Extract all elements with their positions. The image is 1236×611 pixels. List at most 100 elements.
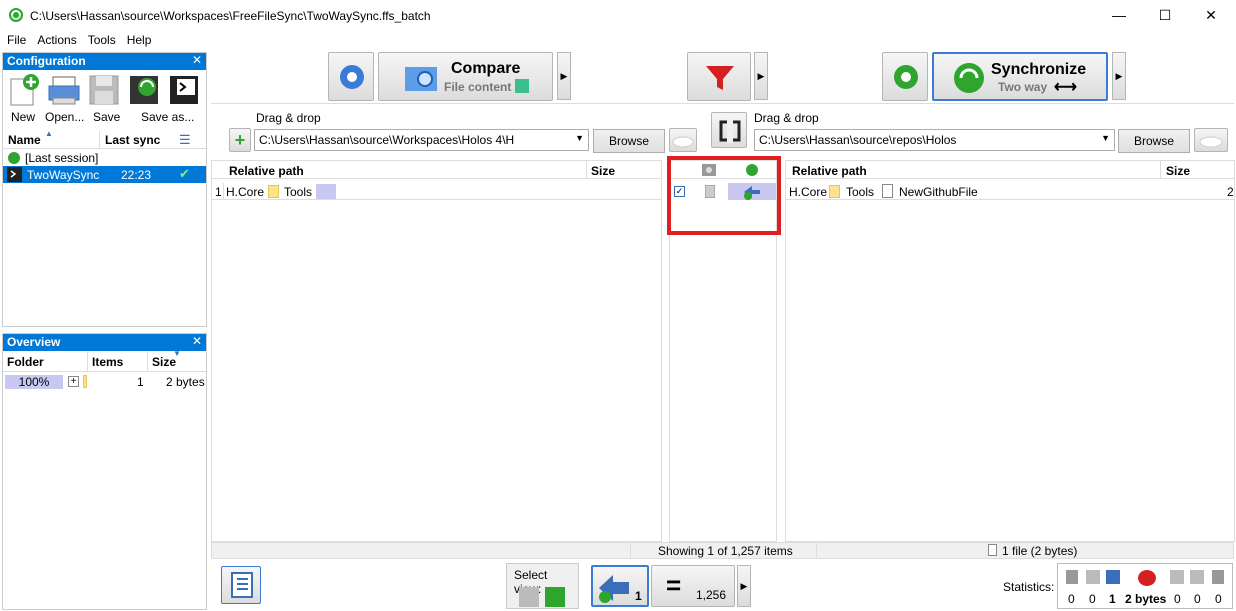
- right-col-size[interactable]: Size: [1166, 164, 1190, 178]
- col-last-sync[interactable]: Last sync: [105, 133, 160, 147]
- left-file-grid: Relative path Size 1 H.Core Tools: [211, 160, 662, 542]
- right-row[interactable]: H.Core Tools NewGithubFile 2: [786, 183, 1234, 200]
- add-folder-pair-icon[interactable]: +: [229, 128, 251, 152]
- view-sync-icon[interactable]: [545, 587, 565, 607]
- compare-button[interactable]: Compare File content: [378, 52, 553, 101]
- stat-update-left: 0: [1089, 592, 1096, 606]
- right-folder-bar: Drag & drop C:\Users\Hassan\source\repos…: [752, 106, 1234, 156]
- compare-dropdown[interactable]: ▶: [557, 52, 571, 100]
- folder-icon: [268, 185, 279, 198]
- delete-right-icon: [1212, 570, 1224, 584]
- cloud-shape: [672, 136, 694, 148]
- overview-row[interactable]: 100% + 1 2 bytes: [3, 374, 206, 390]
- status-file-icon: [988, 544, 997, 556]
- left-path-input[interactable]: C:\Users\Hassan\source\Workspaces\Holos …: [254, 129, 589, 151]
- gear-icon: [894, 65, 918, 89]
- left-browse-button[interactable]: Browse: [593, 129, 665, 153]
- col-separator: [99, 131, 100, 149]
- left-cloud-icon[interactable]: [669, 128, 697, 152]
- folder-search-icon: [405, 67, 437, 91]
- close-overview-icon[interactable]: ✕: [192, 334, 202, 348]
- status-bar: Showing 1 of 1,257 items 1 file (2 bytes…: [211, 542, 1234, 559]
- col-separator: [586, 161, 587, 179]
- minimize-button[interactable]: —: [1096, 0, 1142, 31]
- left-col-size[interactable]: Size: [591, 164, 615, 178]
- compare-label: Compare: [451, 60, 521, 77]
- batch-icon: [170, 76, 198, 104]
- batch-item-icon: [7, 167, 22, 182]
- select-view-box: Select view:: [506, 563, 579, 609]
- maximize-button[interactable]: ☐: [1142, 0, 1188, 31]
- check-icon: ✔: [179, 166, 190, 181]
- overview-size: 2 bytes: [166, 375, 205, 389]
- overview-header-row: Folder Items Size ▼: [3, 349, 206, 372]
- col-folder[interactable]: Folder: [7, 355, 44, 369]
- statistics-label: Statistics:: [1003, 580, 1055, 594]
- right-file-grid: Relative path Size H.Core Tools NewGithu…: [785, 160, 1235, 542]
- col-separator: [87, 352, 88, 372]
- menu-actions[interactable]: Actions: [30, 31, 80, 47]
- synchronize-icon: [954, 63, 984, 93]
- statistics-box: 0 0 1 2 bytes 0 0 0: [1057, 563, 1233, 609]
- right-browse-button[interactable]: Browse: [1118, 129, 1190, 153]
- stat-create-right: 1: [1109, 592, 1116, 606]
- list-view-icon[interactable]: ☰: [179, 132, 191, 148]
- filter-create-button[interactable]: 1: [591, 565, 649, 607]
- sync-dropdown[interactable]: ▶: [1112, 52, 1126, 100]
- percent-bar: 100%: [5, 375, 63, 389]
- save-as-batch-button[interactable]: [127, 73, 163, 109]
- col-name[interactable]: Name: [8, 133, 41, 147]
- chevron-down-icon[interactable]: ▼: [1101, 133, 1110, 143]
- save-as-batch-alt-button[interactable]: [167, 73, 203, 109]
- config-item-label: [Last session]: [25, 151, 99, 165]
- menu-tools[interactable]: Tools: [81, 31, 120, 47]
- log-button[interactable]: [221, 566, 261, 604]
- save-disk-icon: [89, 75, 119, 105]
- left-col-relative-path[interactable]: Relative path: [229, 164, 304, 178]
- left-row-subfolder: Tools: [284, 185, 313, 199]
- equal-count: 1,256: [696, 588, 727, 602]
- sync-settings-button[interactable]: [882, 52, 928, 101]
- open-label: Open...: [45, 110, 85, 124]
- new-icon: [10, 74, 39, 106]
- right-row-size: 2: [1227, 185, 1234, 199]
- open-config-button[interactable]: [47, 73, 83, 109]
- right-dragdrop-label: Drag & drop: [754, 111, 819, 125]
- filter-button[interactable]: [687, 52, 751, 101]
- filter-equal-button[interactable]: = 1,256: [651, 565, 735, 607]
- col-items[interactable]: Items: [92, 355, 123, 369]
- synchronize-button[interactable]: Synchronize Two way ⟷: [932, 52, 1108, 101]
- expand-icon[interactable]: +: [68, 376, 79, 387]
- compare-variant: File content: [444, 80, 512, 94]
- sync-icon: [8, 152, 20, 164]
- filter-icon: [706, 66, 734, 90]
- swap-sides-button[interactable]: [711, 112, 747, 148]
- file-icon: [882, 184, 893, 198]
- close-config-icon[interactable]: ✕: [192, 53, 202, 67]
- left-row[interactable]: 1 H.Core Tools: [212, 183, 661, 200]
- menu-file[interactable]: File: [0, 31, 30, 47]
- stat-delete-left: 0: [1068, 592, 1075, 606]
- save-as-label: Save as...: [141, 110, 195, 124]
- config-item-twowaysync[interactable]: TwoWaySync 22:23 ✔: [3, 166, 206, 183]
- right-cloud-icon[interactable]: [1194, 128, 1228, 152]
- sort-down-icon: ▼: [173, 349, 181, 358]
- close-button[interactable]: ✕: [1188, 0, 1234, 31]
- status-separator: [630, 543, 631, 558]
- view-camera-icon[interactable]: [519, 587, 539, 607]
- right-col-relative-path[interactable]: Relative path: [792, 164, 867, 178]
- configuration-title: Configuration: [7, 54, 86, 68]
- view-dropdown[interactable]: ▶: [737, 565, 751, 607]
- right-row-file: NewGithubFile: [899, 185, 978, 199]
- save-config-button[interactable]: [87, 73, 123, 109]
- right-path-input[interactable]: C:\Users\Hassan\source\repos\Holos ▼: [754, 129, 1115, 151]
- chevron-down-icon[interactable]: ▼: [575, 133, 584, 143]
- menu-help[interactable]: Help: [120, 31, 156, 47]
- compare-settings-button[interactable]: [328, 52, 374, 101]
- new-config-button[interactable]: [7, 73, 43, 109]
- create-right-filter-icon: [599, 575, 629, 603]
- folder-icon: [83, 375, 87, 388]
- config-item-last-session[interactable]: [Last session]: [3, 150, 206, 166]
- filter-dropdown[interactable]: ▶: [754, 52, 768, 100]
- left-folder-bar: Drag & drop + C:\Users\Hassan\source\Wor…: [211, 106, 700, 156]
